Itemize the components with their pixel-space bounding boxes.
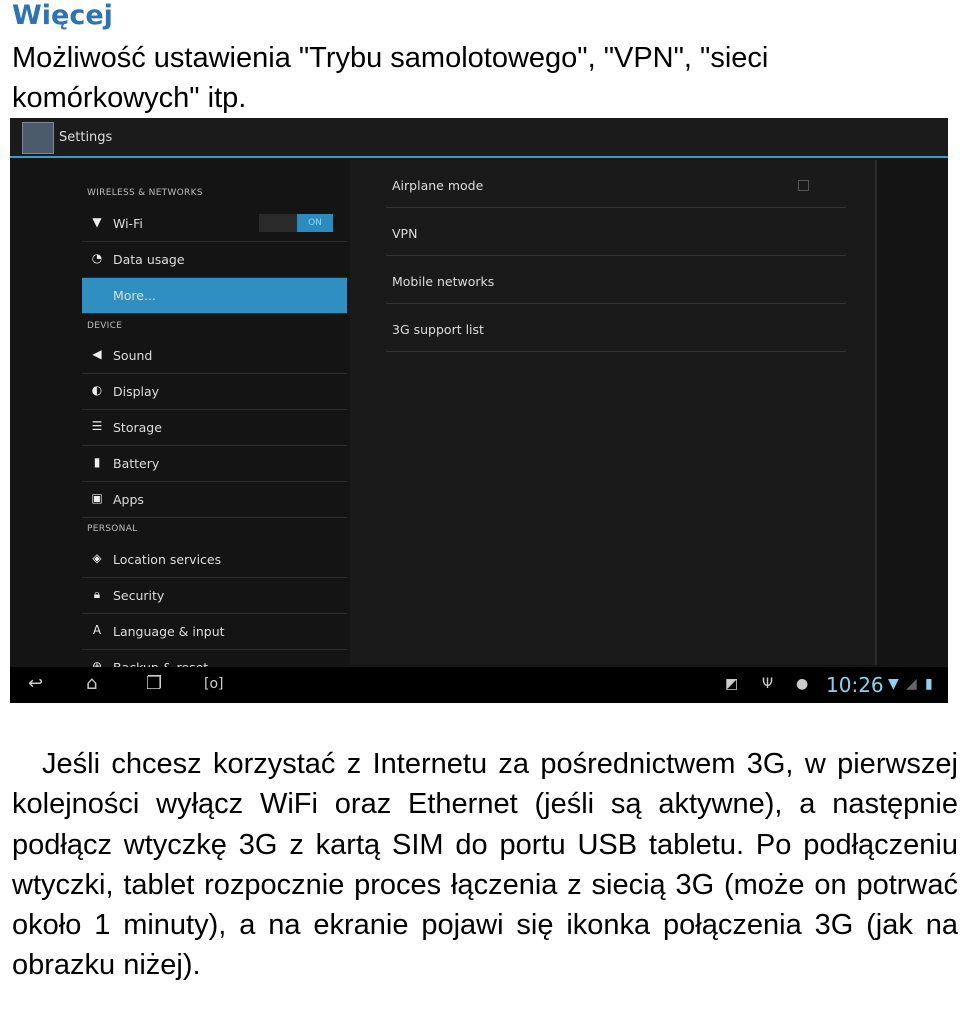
section-wireless: WIRELESS & NETWORKS xyxy=(87,188,203,198)
menu-item-language[interactable]: A Language & input xyxy=(82,614,347,650)
battery-icon: ▮ xyxy=(93,455,101,469)
airplane-mode-checkbox[interactable] xyxy=(798,180,809,191)
menu-label: Storage xyxy=(113,420,162,435)
settings-menu: WIRELESS & NETWORKS ▼ Wi-Fi ON ◔ Data usage… xyxy=(82,158,347,686)
item-label: Mobile networks xyxy=(392,274,495,289)
menu-item-security[interactable]: 🔒︎ Security xyxy=(82,578,347,614)
action-bar: Settings xyxy=(10,118,948,158)
menu-item-display[interactable]: ◐ Display xyxy=(82,374,347,410)
menu-label: Display xyxy=(113,384,160,399)
data-usage-icon: ◔ xyxy=(91,251,103,265)
app-title: Settings xyxy=(59,130,113,145)
menu-label: Apps xyxy=(113,492,144,507)
body-text: Jeśli chcesz korzystać z Internetu za po… xyxy=(12,748,958,982)
recent-apps-icon[interactable]: ❐ xyxy=(146,673,162,694)
section-device: DEVICE xyxy=(87,321,123,331)
settings-screenshot: Settings WIRELESS & NETWORKS ▼ Wi-Fi ON ◔ D… xyxy=(10,118,948,703)
mobile-networks-item[interactable]: Mobile networks xyxy=(386,256,846,304)
menu-item-data-usage[interactable]: ◔ Data usage xyxy=(82,242,347,278)
item-label: Airplane mode xyxy=(392,178,484,193)
location-icon: ◈ xyxy=(92,551,102,565)
menu-item-apps[interactable]: ▣ Apps xyxy=(82,482,347,518)
usb-icon: Ψ xyxy=(762,676,774,692)
system-bar: ↩ ⌂ ❐ [o] ◩ Ψ ● 10:26 ▼ ◢ ▮ xyxy=(10,667,948,703)
home-icon[interactable]: ⌂ xyxy=(86,673,97,694)
body-paragraph: Jeśli chcesz korzystać z Internetu za po… xyxy=(12,744,958,986)
screenshot-icon[interactable]: [o] xyxy=(204,676,224,692)
menu-label: Wi-Fi xyxy=(113,216,143,231)
menu-label: Sound xyxy=(113,348,153,363)
battery-status-icon: ▮ xyxy=(925,676,933,692)
section-personal: PERSONAL xyxy=(87,524,138,534)
speaker-icon: ◀ xyxy=(92,347,102,361)
menu-label: Location services xyxy=(113,552,222,567)
intro-paragraph: Możliwość ustawienia "Trybu samolotowego… xyxy=(12,42,769,114)
notification-icon: ◩ xyxy=(725,676,739,692)
settings-app-icon xyxy=(22,122,54,154)
back-icon[interactable]: ↩ xyxy=(28,673,43,694)
item-label: VPN xyxy=(392,226,418,241)
3g-support-list-item[interactable]: 3G support list xyxy=(386,304,846,352)
menu-item-sound[interactable]: ◀ Sound xyxy=(82,338,347,374)
storage-icon: ☰ xyxy=(91,419,103,433)
menu-label: More... xyxy=(113,288,156,303)
apps-icon: ▣ xyxy=(91,491,103,505)
toggle-label: ON xyxy=(297,214,333,232)
menu-item-location[interactable]: ◈ Location services xyxy=(82,542,347,578)
menu-label: Security xyxy=(113,588,165,603)
menu-item-more[interactable]: More... xyxy=(82,278,347,314)
section-heading: Więcej xyxy=(12,0,113,31)
menu-label: Data usage xyxy=(113,252,185,267)
lock-icon: 🔒︎ xyxy=(93,587,101,601)
clock: 10:26 xyxy=(826,673,884,697)
display-icon: ◐ xyxy=(91,383,103,397)
airplane-mode-item[interactable]: Airplane mode xyxy=(386,160,846,208)
wifi-signal-icon: ▼ xyxy=(888,676,899,692)
menu-item-storage[interactable]: ☰ Storage xyxy=(82,410,347,446)
menu-item-battery[interactable]: ▮ Battery xyxy=(82,446,347,482)
menu-item-wifi[interactable]: ▼ Wi-Fi ON xyxy=(82,206,347,242)
android-debug-icon: ● xyxy=(796,676,809,692)
item-label: 3G support list xyxy=(392,322,484,337)
wifi-toggle[interactable]: ON xyxy=(259,214,333,232)
language-icon: A xyxy=(92,623,102,637)
wifi-icon: ▼ xyxy=(92,215,102,229)
menu-label: Language & input xyxy=(113,624,225,639)
vpn-item[interactable]: VPN xyxy=(386,208,846,256)
more-pane: Airplane mode VPN Mobile networks 3G sup… xyxy=(350,160,877,665)
menu-label: Battery xyxy=(113,456,160,471)
cell-signal-icon: ◢ xyxy=(906,676,917,692)
